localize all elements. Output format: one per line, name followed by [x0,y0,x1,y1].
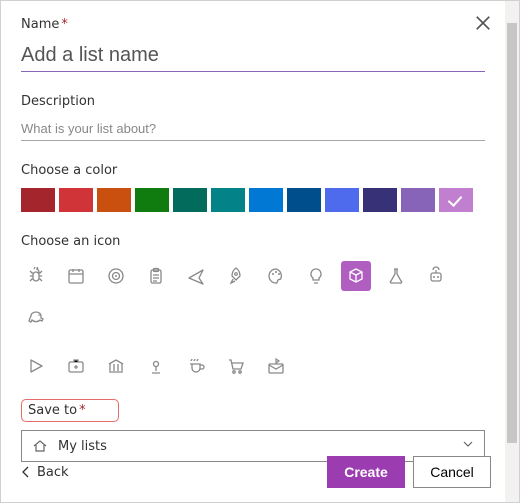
icon-option-target[interactable] [101,261,131,291]
back-label: Back [37,465,69,480]
choose-icon-label: Choose an icon [21,234,485,249]
mail-icon [266,356,286,376]
choose-color-label: Choose a color [21,163,485,178]
target-icon [106,266,126,286]
color-swatch-indigo[interactable] [325,188,359,212]
description-label-text: Description [21,94,95,109]
icon-option-palette[interactable] [261,261,291,291]
icon-option-clipboard[interactable] [141,261,171,291]
chevron-down-icon [462,438,474,454]
icon-option-firstaid[interactable] [61,351,91,381]
icon-option-cube[interactable] [341,261,371,291]
color-swatch-blue[interactable] [249,188,283,212]
color-swatch-green[interactable] [135,188,169,212]
save-to-value: My lists [58,439,107,454]
name-label-text: Name [21,17,59,32]
chevron-left-icon [21,466,31,478]
piggybank-icon [26,306,46,326]
vertical-scrollbar[interactable] [505,1,519,502]
color-swatch-dark-green[interactable] [173,188,207,212]
color-swatches [21,188,485,212]
icon-option-rocket[interactable] [221,261,251,291]
palette-icon [266,266,286,286]
icon-grid [21,261,451,381]
color-swatch-teal[interactable] [211,188,245,212]
icon-option-lightbulb[interactable] [301,261,331,291]
play-icon [26,356,46,376]
description-input[interactable] [21,115,485,141]
cart-icon [226,356,246,376]
icon-option-bank[interactable] [101,351,131,381]
icon-option-location[interactable] [141,351,171,381]
flask-icon [386,266,406,286]
save-to-label: Save to* [21,399,119,422]
icon-option-mail[interactable] [261,351,291,381]
color-swatch-red[interactable] [59,188,93,212]
rocket-icon [226,266,246,286]
required-mark: * [79,403,86,418]
icon-option-robot[interactable] [421,261,451,291]
color-swatch-dark-blue[interactable] [287,188,321,212]
location-icon [146,356,166,376]
airplane-icon [186,266,206,286]
create-button[interactable]: Create [327,456,405,488]
description-label: Description [21,94,485,109]
coffee-icon [186,356,206,376]
icon-option-cart[interactable] [221,351,251,381]
name-input[interactable] [21,38,485,72]
scrollbar-thumb[interactable] [507,23,517,443]
icon-option-piggybank[interactable] [21,301,51,331]
color-swatch-dark-red[interactable] [21,188,55,212]
close-button[interactable] [473,13,493,33]
color-swatch-purple[interactable] [401,188,435,212]
robot-icon [426,266,446,286]
bank-icon [106,356,126,376]
bug-icon [26,266,46,286]
name-label: Name* [21,17,485,32]
icon-option-airplane[interactable] [181,261,211,291]
lightbulb-icon [306,266,326,286]
icon-option-flask[interactable] [381,261,411,291]
close-icon [473,13,493,33]
cube-icon [346,266,366,286]
cancel-button[interactable]: Cancel [413,456,491,488]
icon-option-coffee[interactable] [181,351,211,381]
color-swatch-navy[interactable] [363,188,397,212]
calendar-icon [66,266,86,286]
color-swatch-orange[interactable] [97,188,131,212]
required-mark: * [61,17,68,32]
firstaid-icon [66,356,86,376]
home-icon [32,438,48,454]
clipboard-icon [146,266,166,286]
back-button[interactable]: Back [21,465,69,480]
icon-option-calendar[interactable] [61,261,91,291]
color-swatch-pink[interactable] [439,188,473,212]
icon-option-play[interactable] [21,351,51,381]
icon-option-bug[interactable] [21,261,51,291]
